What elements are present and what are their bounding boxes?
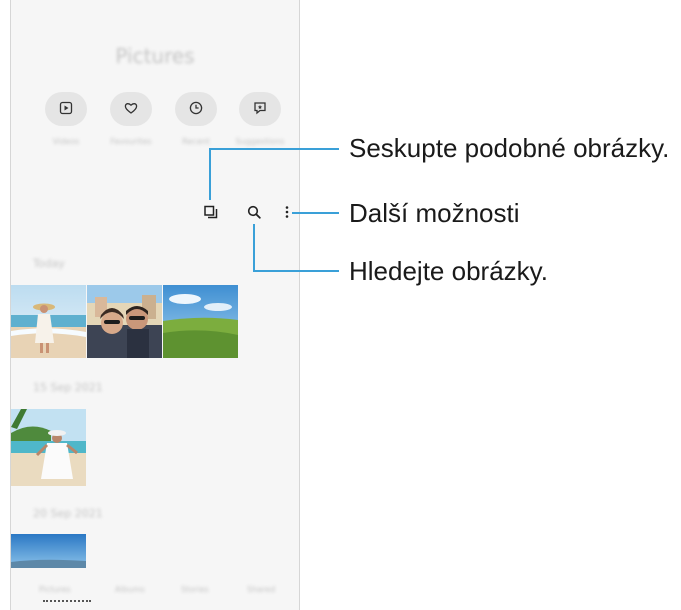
photo-sky[interactable] xyxy=(11,534,86,568)
quick-label-videos: Videos xyxy=(52,137,80,146)
section-title-date-2: 20 Sep 2021 xyxy=(33,507,103,520)
favourites-button[interactable] xyxy=(110,92,152,126)
recent-button[interactable] xyxy=(175,92,217,126)
photo-tropical-beach[interactable] xyxy=(11,409,86,486)
heart-icon xyxy=(124,100,138,119)
tab-indicator xyxy=(43,600,91,602)
quick-label-recent: Recent xyxy=(182,137,210,146)
leader-search-vertical xyxy=(253,224,255,271)
callout-group-similar: Seskupte podobné obrázky. xyxy=(349,133,670,163)
suggestions-button[interactable] xyxy=(239,92,281,126)
leader-more-horizontal xyxy=(292,212,339,214)
tab-pictures[interactable]: Pictures xyxy=(39,585,71,594)
group-similar-button[interactable] xyxy=(201,203,221,223)
photo-green-field[interactable] xyxy=(163,285,238,358)
leader-search-horizontal xyxy=(253,270,339,272)
search-icon xyxy=(247,204,261,223)
callout-search: Hledejte obrázky. xyxy=(349,256,548,286)
section-title-today: Today xyxy=(33,257,65,270)
app-title: Pictures xyxy=(115,44,195,68)
callout-more-options: Další možnosti xyxy=(349,198,520,228)
tab-albums[interactable]: Albums xyxy=(115,585,145,594)
quick-label-suggestions: Suggestions xyxy=(235,137,285,146)
quick-label-favourites: Favourites xyxy=(110,137,152,146)
stories-icon xyxy=(253,100,267,119)
photo-couple-selfie[interactable] xyxy=(87,285,162,358)
photo-beach-woman[interactable] xyxy=(11,285,86,358)
section-title-date-1: 15 Sep 2021 xyxy=(33,381,103,394)
group-similar-icon xyxy=(204,204,218,223)
leader-group-horizontal xyxy=(209,148,339,150)
search-button[interactable] xyxy=(244,203,264,223)
clock-icon xyxy=(189,100,203,119)
tab-shared[interactable]: Shared xyxy=(247,585,275,594)
more-vertical-icon xyxy=(284,204,290,223)
videos-button[interactable] xyxy=(45,92,87,126)
tab-stories[interactable]: Stories xyxy=(181,585,209,594)
video-icon xyxy=(59,100,73,119)
phone-screen: Pictures Videos Favourites Recent Sugges… xyxy=(10,0,300,610)
leader-group-vertical xyxy=(209,148,211,200)
